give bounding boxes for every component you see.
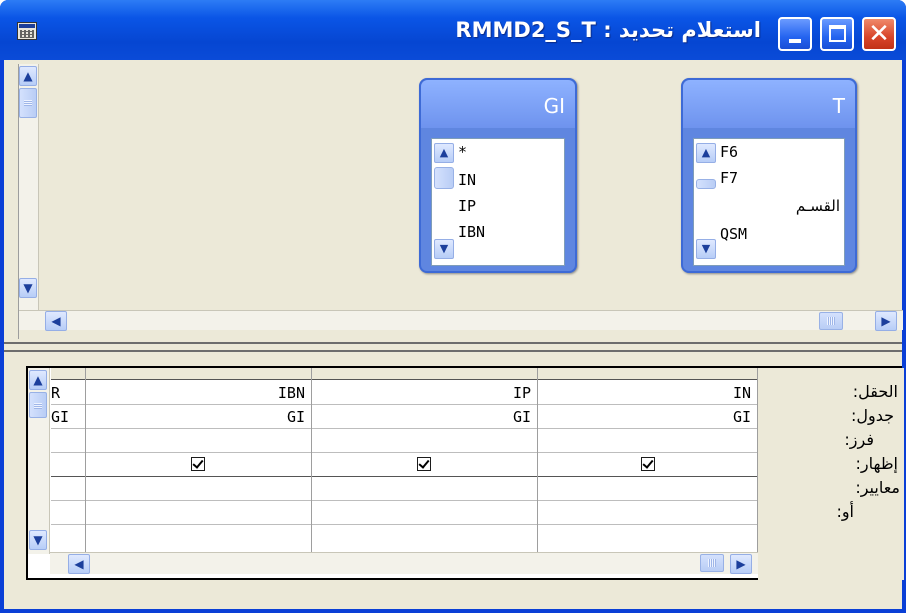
grid-table-cell[interactable]: GI [313,408,531,426]
scroll-thumb[interactable] [19,88,37,118]
grid-field-cell[interactable]: IP [313,384,531,402]
scroll-right-icon[interactable]: ▶ [730,554,752,574]
scroll-down-icon[interactable]: ▼ [434,239,454,259]
grid-field-cell[interactable]: IN [539,384,751,402]
field-item[interactable]: IN [458,171,476,189]
show-checkbox[interactable] [641,457,655,471]
table-gi-title[interactable]: GI [421,80,575,128]
table-pane-horizontal-scrollbar[interactable]: ◀ ▶ [19,310,903,331]
scroll-down-icon[interactable]: ▼ [29,530,47,550]
table-gi[interactable]: GI ▲ ▼ * IN IP IBN [419,78,577,273]
scroll-up-icon[interactable]: ▲ [29,370,47,390]
scroll-thumb[interactable] [29,392,47,418]
title-bar[interactable]: RMMD2_S_T : استعلام تحديد ✕ [0,0,906,60]
grid-table-cell[interactable]: GI [87,408,305,426]
grid-field-cell[interactable]: R [51,384,83,402]
scroll-up-icon[interactable]: ▲ [434,143,454,163]
scroll-up-icon[interactable]: ▲ [19,66,37,86]
horizontal-scroll-thumb[interactable] [819,312,843,330]
field-item[interactable]: IBN [458,223,485,241]
row-label-table: جدول: [850,406,894,425]
field-item[interactable]: F7 [720,169,738,187]
table-pane-vertical-scrollbar[interactable]: ▲ ▼ [19,64,39,310]
row-label-or: أو: [836,502,854,521]
scroll-down-icon[interactable]: ▼ [696,239,716,259]
table-t[interactable]: T ▲ ▼ F6 F7 القسـم QSM [681,78,857,273]
table-gi-field-list[interactable]: ▲ ▼ * IN IP IBN [431,138,565,266]
scroll-left-icon[interactable]: ◀ [68,554,90,574]
close-button[interactable]: ✕ [862,17,896,51]
grid-table-cell[interactable]: GI [539,408,751,426]
field-item[interactable]: * [458,143,467,161]
query-designer-window: RMMD2_S_T : استعلام تحديد ✕ ▲ ▼ ◀ ▶ GI ▲… [0,0,906,613]
show-checkbox[interactable] [417,457,431,471]
grid-vertical-scrollbar[interactable]: ▲ ▼ [28,368,50,554]
grid-field-cell[interactable]: IBN [87,384,305,402]
grid-horizontal-scrollbar[interactable]: ◀ ▶ [50,552,758,574]
window-title: RMMD2_S_T : استعلام تحديد [455,18,761,42]
scroll-thumb[interactable] [696,179,716,189]
maximize-icon [829,25,846,42]
close-icon: ✕ [868,19,890,49]
horizontal-scroll-thumb[interactable] [700,554,724,572]
field-item[interactable]: IP [458,197,476,215]
minimize-icon [789,39,801,43]
pane-splitter[interactable] [4,342,902,352]
row-label-sort: فرز: [844,430,874,449]
scroll-thumb[interactable] [434,167,454,189]
field-item[interactable]: F6 [720,143,738,161]
show-checkbox[interactable] [191,457,205,471]
minimize-button[interactable] [778,17,812,51]
table-t-field-list[interactable]: ▲ ▼ F6 F7 القسـم QSM [693,138,845,266]
field-item[interactable]: QSM [720,225,747,243]
scroll-left-icon[interactable]: ◀ [45,311,67,331]
query-window-icon[interactable] [17,22,37,40]
table-pane[interactable]: ▲ ▼ ◀ ▶ GI ▲ ▼ * IN IP IBN T ▲ ▼ F6 F7 ا… [18,64,903,339]
client-area: ▲ ▼ ◀ ▶ GI ▲ ▼ * IN IP IBN T ▲ ▼ F6 F7 ا… [4,60,904,609]
row-label-show: إظهار: [855,454,898,473]
row-label-criteria: معايير: [855,478,900,497]
scroll-right-icon[interactable]: ▶ [875,311,897,331]
column-selector-row[interactable] [51,368,758,380]
field-item[interactable]: القسـم [796,197,840,215]
design-grid[interactable]: ▲ ▼ IN GI IP GI IBN GI R GI ◀ ▶ الحقل: ج… [26,366,904,580]
table-t-name: T [832,94,845,118]
row-labels: الحقل: جدول: فرز: إظهار: معايير: أو: [758,368,904,580]
grid-table-cell[interactable]: GI [51,408,81,426]
row-label-field: الحقل: [852,382,898,401]
table-t-title[interactable]: T [683,80,855,128]
scroll-up-icon[interactable]: ▲ [696,143,716,163]
scroll-down-icon[interactable]: ▼ [19,278,37,298]
table-gi-name: GI [543,94,565,118]
maximize-button[interactable] [820,17,854,51]
grid-columns[interactable]: IN GI IP GI IBN GI R GI [51,368,758,552]
